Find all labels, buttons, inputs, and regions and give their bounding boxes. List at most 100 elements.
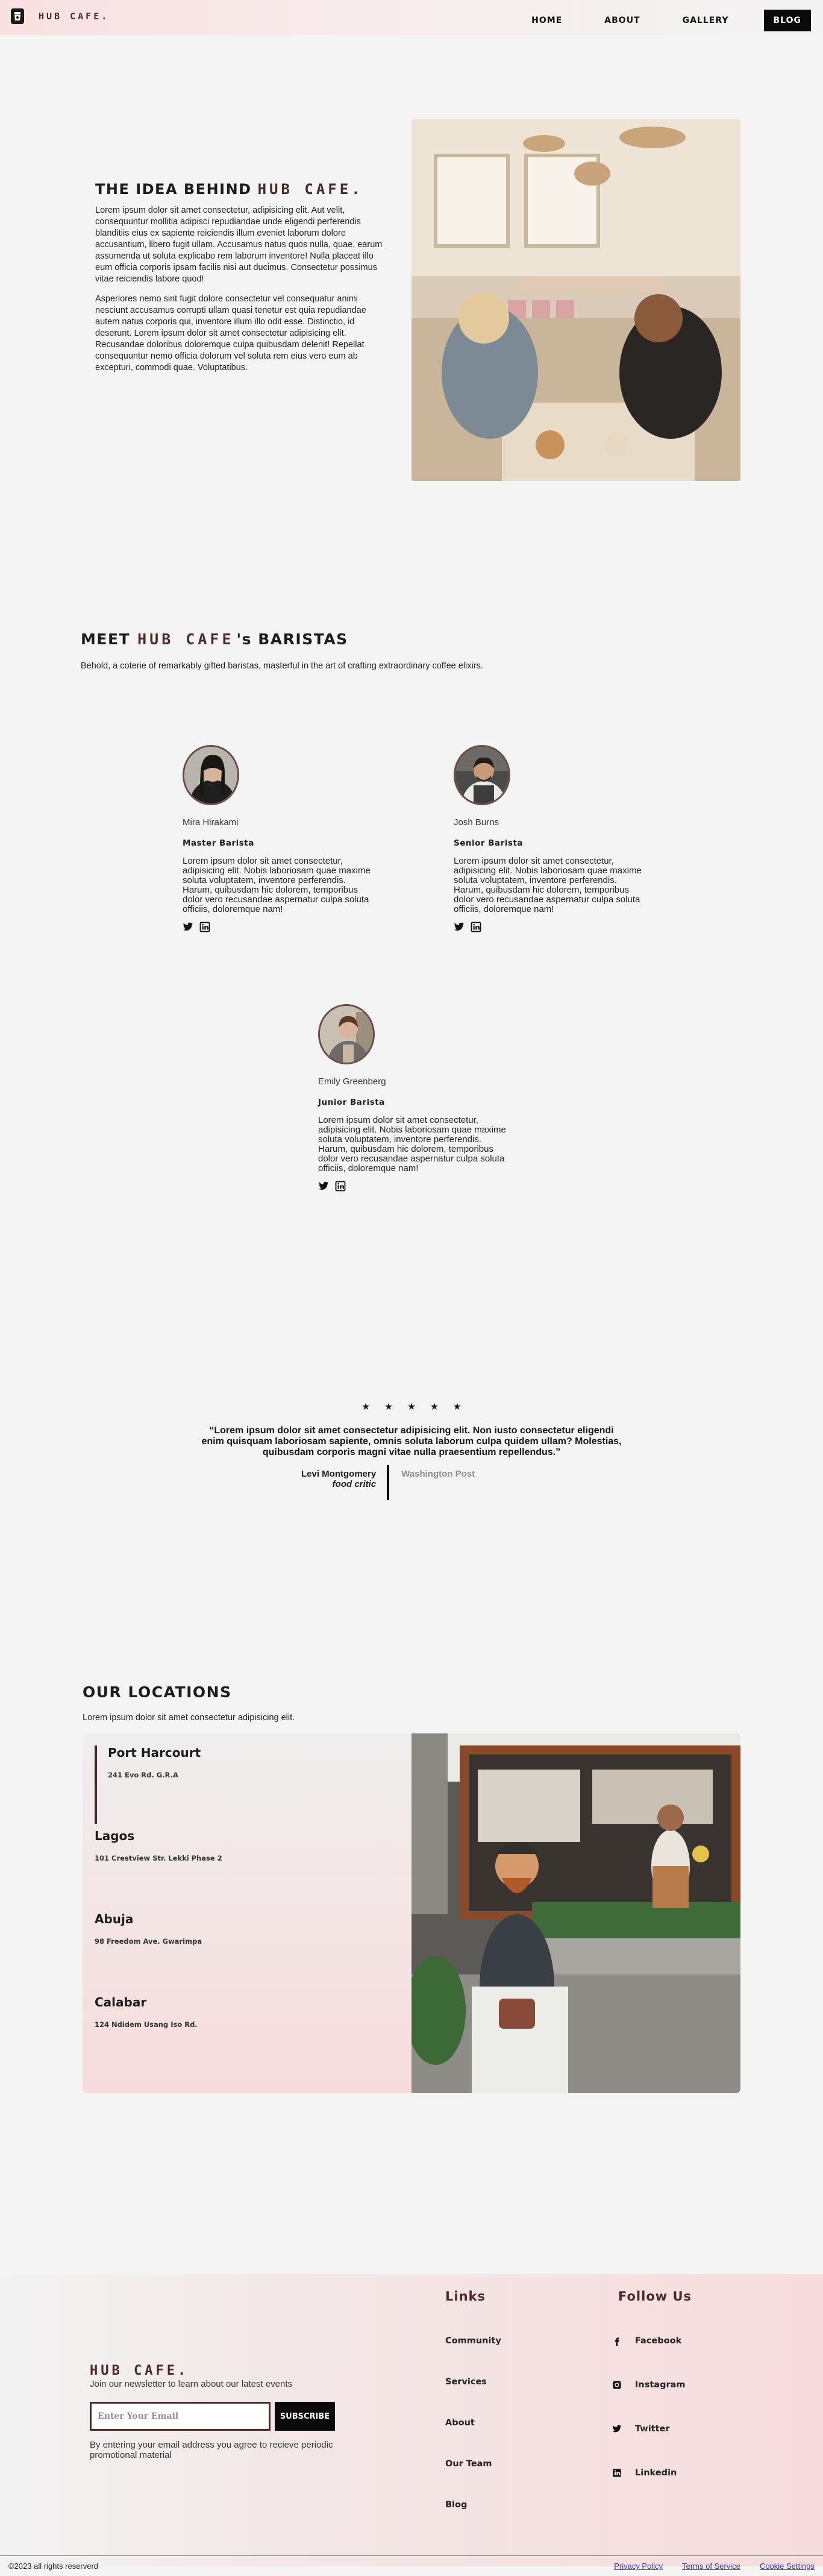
copyright-text: ©2023 all rights reserverd (8, 2562, 99, 2571)
publication-name: Washington Post (401, 1469, 475, 1479)
footer: HUB CAFE. Join our newsletter to learn a… (0, 2274, 823, 2566)
instagram-icon (612, 2380, 622, 2390)
barista-card: Mira Hirakami Master Barista Lorem ipsum… (183, 745, 375, 932)
about-title-prefix: THE IDEA BEHIND (95, 181, 252, 198)
location-item[interactable]: Calabar 124 Ndidem Usang Iso Rd. (95, 1995, 198, 2029)
logo[interactable]: HUB CAFE. (11, 8, 109, 24)
social-linkedin[interactable]: Linkedin (612, 2468, 677, 2478)
barista-socials (454, 922, 646, 932)
follow-title: Follow Us (618, 2289, 692, 2304)
star-icon: ★ (361, 1402, 371, 1412)
nav-about-link[interactable]: ABOUT (604, 16, 640, 25)
twitter-icon[interactable] (183, 922, 193, 932)
testimonial-attribution: Levi Montgomery food critic Washington P… (301, 1465, 475, 1500)
barista-name: Josh Burns (454, 817, 499, 828)
barista-name: Mira Hirakami (183, 817, 239, 828)
location-city: Port Harcourt (108, 1745, 201, 1760)
linkedin-icon[interactable] (335, 1181, 346, 1192)
rating-stars: ★ ★ ★ ★ ★ (361, 1401, 462, 1413)
footer-link-our-team[interactable]: Our Team (445, 2459, 492, 2469)
barista-bio: Lorem ipsum dolor sit amet consectetur, … (183, 856, 371, 914)
footer-link-about[interactable]: About (445, 2418, 475, 2428)
coffee-cup-icon (11, 8, 24, 24)
baristas-title: MEET HUB CAFE 's BARISTAS (81, 630, 348, 648)
barista-bio: Lorem ipsum dolor sit amet consectetur, … (454, 856, 642, 914)
nav-gallery-link[interactable]: GALLERY (683, 16, 729, 25)
footer-link-community[interactable]: Community (445, 2336, 501, 2346)
social-facebook[interactable]: Facebook (612, 2336, 681, 2346)
terms-of-service-link[interactable]: Terms of Service (682, 2562, 740, 2571)
facebook-icon (612, 2336, 622, 2346)
barista-socials (318, 1181, 511, 1192)
avatar (318, 1004, 375, 1064)
links-title: Links (445, 2289, 486, 2304)
social-instagram[interactable]: Instagram (612, 2380, 686, 2390)
locations-title: OUR LOCATIONS (83, 1683, 232, 1701)
critic-info: Levi Montgomery food critic (301, 1469, 387, 1500)
footer-link-blog[interactable]: Blog (445, 2500, 467, 2510)
avatar (454, 745, 510, 805)
barista-card: Emily Greenberg Junior Barista Lorem ips… (318, 1004, 511, 1192)
star-icon: ★ (430, 1402, 439, 1412)
location-address: 241 Evo Rd. G.R.A (108, 1771, 178, 1779)
twitter-icon (612, 2424, 622, 2434)
cafe-interior-photo (411, 119, 740, 481)
barista-card: Josh Burns Senior Barista Lorem ipsum do… (454, 745, 646, 932)
barista-role: Junior Barista (318, 1098, 385, 1107)
about-paragraph-1: Lorem ipsum dolor sit amet consectetur, … (95, 206, 383, 284)
subscribe-button[interactable]: SUBSCRIBE (275, 2402, 335, 2431)
barista-name: Emily Greenberg (318, 1076, 386, 1087)
social-label: Facebook (635, 2336, 682, 2346)
location-item[interactable]: Lagos 101 Crestview Str. Lekki Phase 2 (95, 1829, 222, 1862)
location-address: 101 Crestview Str. Lekki Phase 2 (95, 1854, 222, 1862)
baristas-title-prefix: MEET (81, 630, 131, 648)
email-input[interactable] (90, 2402, 271, 2431)
critic-title: food critic (332, 1479, 377, 1489)
location-address: 124 Ndidem Usang Iso Rd. (95, 2020, 198, 2029)
consent-text: By entering your email address you agree… (90, 2440, 333, 2460)
about-title: THE IDEA BEHIND HUB CAFE. (95, 181, 390, 198)
nav-home-link[interactable]: HOME (531, 16, 562, 25)
barista-socials (183, 922, 375, 932)
legal-links: Privacy Policy Terms of Service Cookie S… (614, 2562, 815, 2571)
social-label: Instagram (635, 2380, 686, 2390)
baristas-subtitle: Behold, a coterie of remarkably gifted b… (81, 661, 483, 671)
social-label: Linkedin (635, 2468, 677, 2478)
star-icon: ★ (452, 1402, 462, 1412)
about-section: THE IDEA BEHIND HUB CAFE. Lorem ipsum do… (95, 181, 390, 382)
location-address: 98 Freedom Ave. Gwarimpa (95, 1937, 202, 1946)
footer-link-services[interactable]: Services (445, 2377, 487, 2387)
location-city: Lagos (95, 1829, 135, 1843)
cookie-settings-link[interactable]: Cookie Settings (760, 2562, 815, 2571)
locations-subtitle: Lorem ipsum dolor sit amet consectetur a… (83, 1713, 295, 1723)
linkedin-icon[interactable] (199, 922, 210, 932)
nav-brand: HUB CAFE. (39, 11, 110, 22)
twitter-icon[interactable] (318, 1181, 329, 1192)
cafe-storefront-photo (405, 1733, 740, 2093)
about-paragraph-2: Asperiores nemo sint fugit dolore consec… (95, 294, 366, 372)
linkedin-icon[interactable] (471, 922, 481, 932)
nav-blog-button[interactable]: BLOG (763, 10, 811, 31)
location-item[interactable]: Port Harcourt 241 Evo Rd. G.R.A (95, 1745, 201, 1824)
bottom-bar: ©2023 all rights reserverd Privacy Polic… (0, 2556, 823, 2576)
top-navbar: HUB CAFE. HOME ABOUT GALLERY BLOG (0, 0, 823, 35)
privacy-policy-link[interactable]: Privacy Policy (614, 2562, 663, 2571)
social-twitter[interactable]: Twitter (612, 2424, 670, 2434)
newsletter-text: Join our newsletter to learn about our l… (90, 2379, 293, 2389)
star-icon: ★ (384, 1402, 393, 1412)
testimonial-quote: “Lorem ipsum dolor sit amet consectetur … (201, 1425, 622, 1457)
social-label: Twitter (635, 2424, 670, 2434)
about-title-brand: HUB CAFE. (257, 181, 363, 198)
twitter-icon[interactable] (454, 922, 465, 932)
baristas-title-brand: HUB CAFE (137, 630, 234, 648)
baristas-title-suffix: 's BARISTAS (236, 630, 348, 648)
location-city: Abuja (95, 1912, 134, 1926)
barista-role: Senior Barista (454, 838, 524, 848)
footer-brand: HUB CAFE. (90, 2363, 189, 2378)
location-item[interactable]: Abuja 98 Freedom Ave. Gwarimpa (95, 1912, 202, 1946)
star-icon: ★ (407, 1402, 416, 1412)
barista-bio: Lorem ipsum dolor sit amet consectetur, … (318, 1115, 506, 1173)
locations-card: Port Harcourt 241 Evo Rd. G.R.A Lagos 10… (83, 1733, 740, 2093)
location-city: Calabar (95, 1995, 147, 2009)
linkedin-icon (612, 2468, 622, 2478)
